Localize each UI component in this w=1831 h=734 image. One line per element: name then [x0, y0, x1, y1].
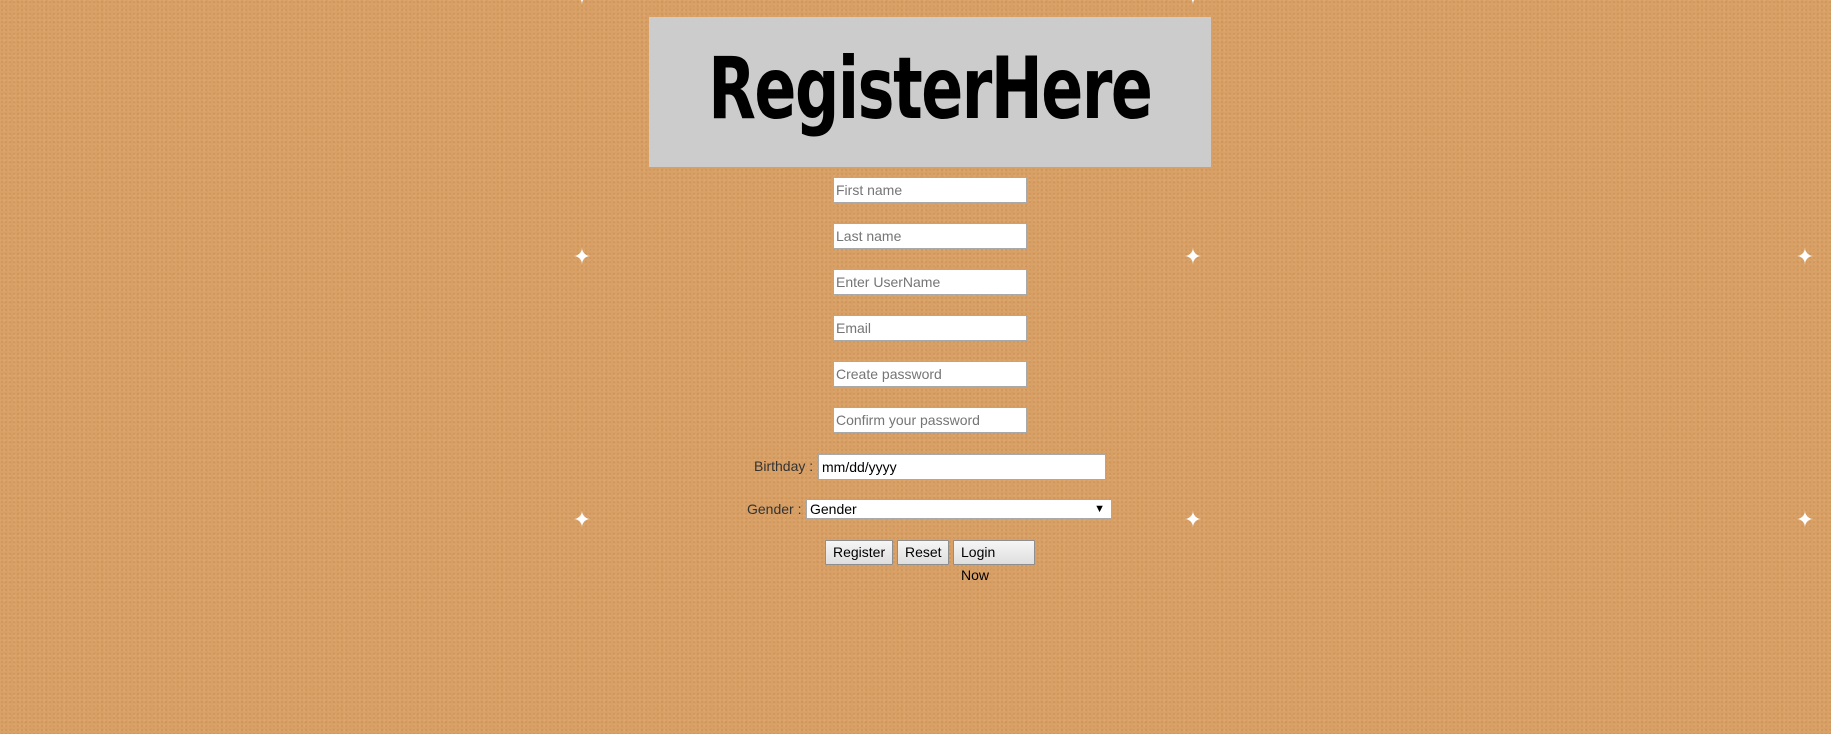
email-input[interactable]	[833, 315, 1027, 341]
login-now-button[interactable]: Login Now	[953, 540, 1035, 583]
username-input[interactable]	[833, 269, 1027, 295]
sparkle-icon: ✦	[1183, 508, 1203, 533]
sparkle-icon: ✦	[572, 508, 592, 533]
sparkle-icon: ✦	[1181, 0, 1205, 11]
birthday-value: mm/dd/yyyy	[822, 459, 897, 475]
birthday-label: Birthday :	[754, 458, 814, 474]
gender-select[interactable]: Gender ▼	[806, 499, 1112, 519]
reset-button[interactable]: Reset	[897, 540, 949, 565]
sparkle-icon: ✦	[570, 0, 594, 11]
gender-label: Gender :	[747, 501, 802, 517]
create-password-input[interactable]	[833, 361, 1027, 387]
sparkle-icon: ✦	[1795, 508, 1815, 533]
sparkle-icon: ✦	[572, 245, 592, 270]
dropdown-arrow-icon: ▼	[1094, 503, 1105, 515]
gender-selected-value: Gender	[810, 501, 857, 517]
confirm-password-input[interactable]	[833, 407, 1027, 433]
sparkle-icon: ✦	[1795, 245, 1815, 270]
sparkle-icon: ✦	[1183, 245, 1203, 270]
register-button[interactable]: Register	[825, 540, 893, 565]
last-name-input[interactable]	[833, 223, 1027, 249]
banner-title: RegisterHere	[708, 39, 1153, 139]
first-name-input[interactable]	[833, 177, 1027, 203]
birthday-date-input[interactable]: mm/dd/yyyy	[818, 454, 1106, 480]
register-banner: RegisterHere	[649, 17, 1211, 167]
